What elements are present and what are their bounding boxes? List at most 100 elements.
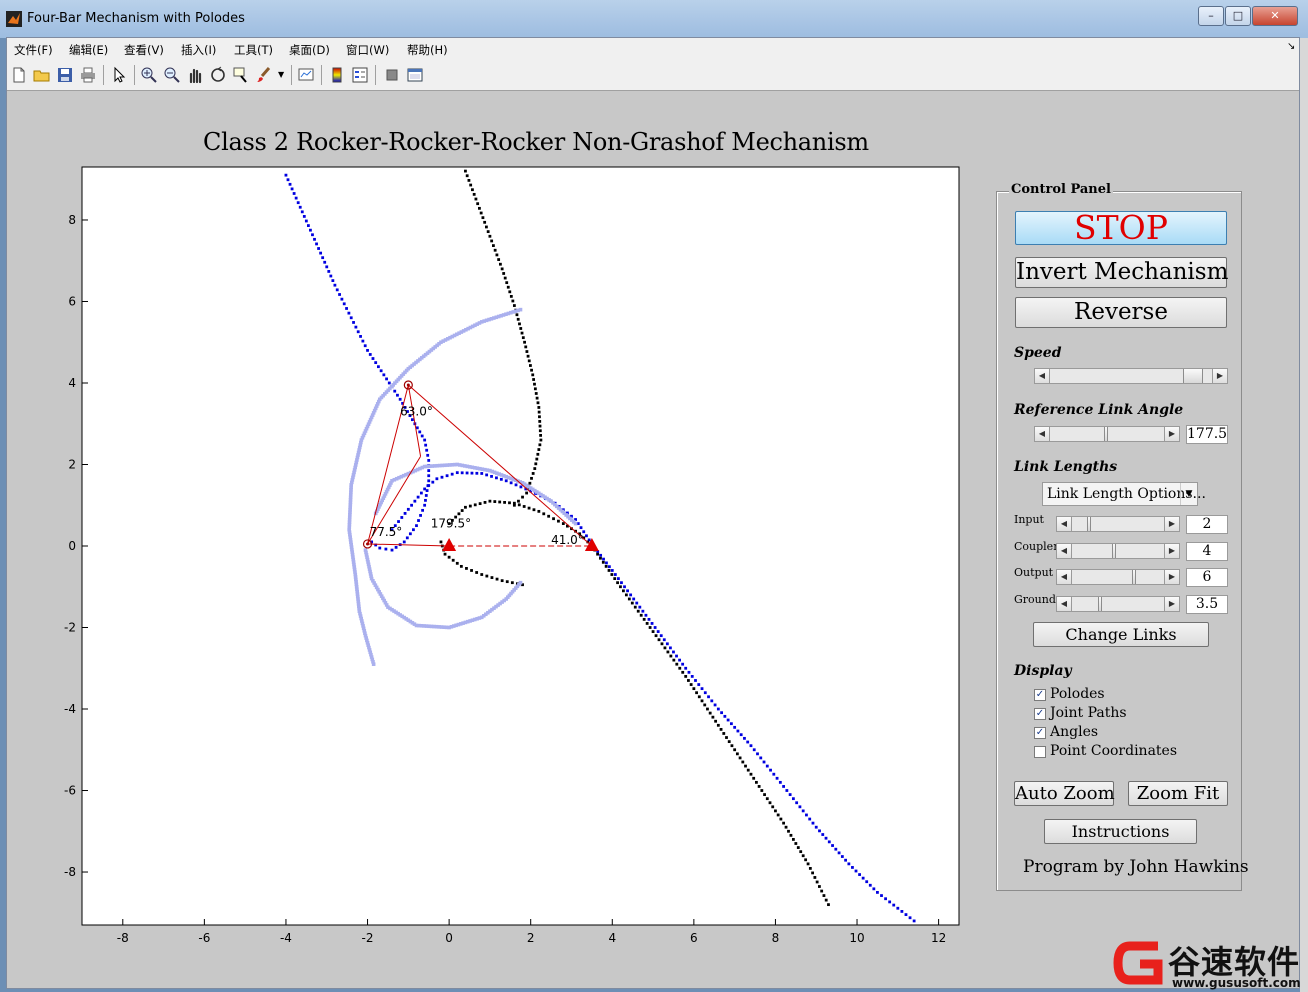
zoom-fit-button[interactable]: Zoom Fit — [1128, 781, 1228, 806]
point-coordinates-checkbox[interactable] — [1034, 746, 1046, 758]
link-coupler-slider[interactable]: ◀ ▶ — [1056, 542, 1180, 559]
slider-thumb[interactable] — [1087, 517, 1092, 531]
path-point-series-2 — [485, 225, 488, 229]
path-point-series-1 — [495, 476, 498, 480]
slider-right-arrow-icon[interactable]: ▶ — [1212, 369, 1227, 383]
path-point-series-3 — [815, 880, 819, 884]
chevron-down-icon[interactable]: ▼ — [1180, 483, 1197, 505]
angle-label: 77.5° — [370, 525, 403, 539]
path-point-series-1 — [827, 840, 831, 844]
reference-angle-slider[interactable]: ◀ ▶ — [1034, 426, 1180, 442]
path-point-series-2 — [527, 359, 531, 363]
path-point-series-1 — [782, 785, 785, 788]
path-point-series-1 — [616, 577, 620, 581]
link-output-slider[interactable]: ◀ ▶ — [1056, 569, 1180, 585]
path-point-series-0 — [321, 256, 325, 260]
path-point-series-2 — [505, 281, 509, 285]
path-point-series-1 — [876, 890, 879, 894]
path-point-series-2 — [517, 499, 520, 503]
path-point-series-1 — [635, 601, 639, 605]
instructions-button[interactable]: Instructions — [1044, 819, 1197, 844]
path-point-series-3 — [460, 509, 464, 512]
slider-right-arrow-icon[interactable]: ▶ — [1164, 596, 1179, 611]
link-ground-value[interactable]: 3.5 — [1186, 594, 1228, 614]
speed-label: Speed — [1014, 345, 1062, 361]
path-point-series-3 — [711, 715, 715, 719]
change-links-button[interactable]: Change Links — [1033, 622, 1209, 647]
path-point-series-1 — [847, 862, 851, 866]
path-point-series-2 — [518, 322, 521, 326]
link-ground-slider[interactable]: ◀ ▶ — [1056, 595, 1180, 612]
path-point-series-3 — [741, 760, 745, 764]
slider-left-arrow-icon[interactable]: ◀ — [1057, 570, 1072, 584]
slider-left-arrow-icon[interactable]: ◀ — [1057, 517, 1072, 531]
y-tick-label: 4 — [68, 376, 76, 390]
path-point-series-3 — [464, 505, 467, 509]
path-point-series-3 — [719, 727, 723, 731]
path-point-series-0 — [419, 514, 422, 517]
slider-left-arrow-icon[interactable]: ◀ — [1057, 543, 1072, 558]
path-point-series-2 — [497, 258, 501, 261]
path-point-series-0 — [385, 377, 388, 381]
gususoft-logo-icon — [1113, 941, 1163, 985]
path-point-series-3 — [627, 597, 631, 601]
path-point-series-0 — [378, 546, 382, 550]
path-point-series-3 — [645, 622, 649, 625]
path-point-series-2 — [530, 368, 533, 372]
path-point-series-0 — [311, 233, 314, 237]
path-point-series-2 — [535, 457, 539, 461]
slider-thumb[interactable] — [1111, 543, 1116, 558]
path-point-series-4 — [455, 561, 459, 565]
path-point-series-2 — [476, 202, 480, 206]
link-coupler-value[interactable]: 4 — [1186, 541, 1228, 561]
path-point-series-2 — [508, 290, 512, 294]
angles-checkbox[interactable]: ✓ — [1034, 727, 1046, 739]
link-input-value[interactable]: 2 — [1186, 515, 1228, 534]
joint-paths-checkbox[interactable]: ✓ — [1034, 708, 1046, 720]
reverse-button[interactable]: Reverse — [1015, 297, 1227, 328]
slider-right-arrow-icon[interactable]: ▶ — [1164, 427, 1179, 441]
stop-button[interactable]: STOP — [1015, 211, 1227, 245]
reference-angle-slider-thumb[interactable] — [1103, 427, 1108, 441]
path-point-series-3 — [763, 793, 766, 796]
path-point-series-0 — [298, 205, 302, 209]
path-point-series-0 — [319, 251, 323, 255]
slider-right-arrow-icon[interactable]: ▶ — [1164, 570, 1179, 584]
slider-right-arrow-icon[interactable]: ▶ — [1164, 543, 1179, 558]
path-point-series-3 — [760, 789, 764, 792]
link-length-options-select[interactable]: Link Length Options... ▼ — [1042, 482, 1206, 506]
path-point-series-1 — [504, 479, 508, 483]
link-output-value[interactable]: 6 — [1186, 568, 1228, 587]
path-point-series-0 — [296, 201, 300, 205]
link-input-slider[interactable]: ◀ ▶ — [1056, 516, 1180, 532]
slider-thumb[interactable] — [1098, 596, 1102, 611]
y-tick-label: -6 — [64, 784, 76, 798]
path-point-series-3 — [512, 501, 516, 505]
polodes-checkbox[interactable]: ✓ — [1034, 689, 1046, 701]
path-point-series-3 — [532, 508, 536, 512]
path-point-series-1 — [397, 520, 400, 523]
slider-left-arrow-icon[interactable]: ◀ — [1035, 369, 1050, 383]
path-point-series-3 — [697, 695, 701, 699]
y-tick-label: -4 — [64, 702, 76, 716]
path-point-series-1 — [610, 569, 614, 572]
speed-slider[interactable]: ◀ ▶ — [1034, 368, 1228, 384]
path-point-series-1 — [697, 683, 701, 686]
reference-angle-value[interactable]: 177.5 — [1186, 425, 1228, 444]
path-point-series-2 — [538, 429, 542, 433]
invert-mechanism-button[interactable]: Invert Mechanism — [1015, 257, 1228, 288]
slider-left-arrow-icon[interactable]: ◀ — [1057, 596, 1072, 611]
path-point-series-1 — [908, 916, 912, 920]
slider-left-arrow-icon[interactable]: ◀ — [1035, 427, 1050, 441]
slider-thumb[interactable] — [1132, 570, 1137, 584]
path-point-series-3 — [806, 862, 810, 866]
slider-right-arrow-icon[interactable]: ▶ — [1164, 517, 1179, 531]
auto-zoom-button[interactable]: Auto Zoom — [1014, 781, 1115, 806]
path-point-series-0 — [421, 508, 425, 512]
path-point-series-3 — [522, 505, 526, 508]
path-point-series-1 — [861, 876, 865, 880]
speed-slider-thumb[interactable] — [1182, 369, 1203, 383]
path-point-series-0 — [377, 365, 380, 369]
path-point-series-1 — [485, 473, 489, 477]
path-point-series-1 — [410, 503, 413, 507]
